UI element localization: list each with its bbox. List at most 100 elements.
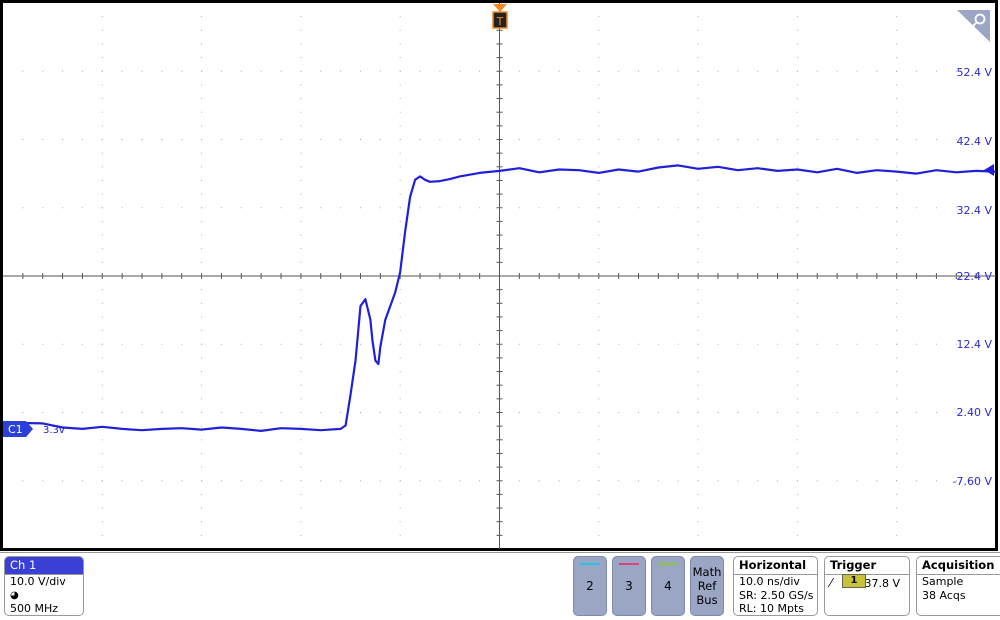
grid-dot: [340, 412, 342, 413]
grid-dot: [359, 139, 361, 140]
grid-dot: [598, 98, 600, 100]
grid-dot: [300, 193, 302, 195]
grid-dot: [618, 412, 620, 413]
grid-dot: [101, 412, 103, 413]
channel-2-label: 2: [586, 579, 594, 593]
grid-dot: [538, 207, 540, 209]
grid-dot: [161, 480, 163, 482]
grid-dot: [598, 139, 600, 140]
grid-dot: [121, 70, 123, 72]
horizontal-badge[interactable]: Horizontal 10.0 ns/div SR: 2.50 GS/s RL:…: [733, 556, 818, 616]
grid-dot: [161, 207, 163, 209]
grid-dot: [201, 29, 203, 31]
ch1-badge[interactable]: Ch 1 10.0 V/div ◕ 500 MHz: [4, 556, 84, 616]
grid-dot: [578, 139, 580, 140]
grid-dot: [598, 493, 600, 495]
grid-dot: [697, 384, 699, 386]
grid-dot: [121, 343, 123, 345]
grid-dot: [916, 343, 918, 345]
channel-3-label: 3: [625, 579, 633, 593]
grid-dot: [181, 139, 183, 140]
grid-dot: [757, 207, 759, 209]
grid-dot: [876, 139, 878, 140]
grid-dot: [796, 43, 798, 45]
grid-dot: [201, 398, 203, 400]
grid-dot: [240, 343, 242, 345]
grid-dot: [399, 534, 401, 536]
horizontal-scale: 10.0 ns/div: [739, 575, 800, 588]
grid-dot: [300, 16, 302, 18]
grid-dot: [677, 207, 679, 209]
grid-dot: [161, 70, 163, 72]
grid-dot: [598, 316, 600, 318]
grid-dot: [201, 452, 203, 454]
grid-dot: [201, 98, 203, 100]
grid-dot: [935, 139, 937, 140]
math-ref-bus-button[interactable]: Math Ref Bus: [690, 556, 724, 616]
grid-dot: [598, 521, 600, 523]
grid-dot: [280, 207, 282, 209]
grid-dot: [697, 139, 699, 140]
grid-dot: [896, 70, 898, 72]
grid-dot: [697, 57, 699, 59]
grid-dot: [598, 330, 600, 332]
channel-3-button[interactable]: 3: [612, 556, 646, 616]
grid-dot: [697, 193, 699, 195]
grid-dot: [201, 139, 203, 140]
grid-dot: [618, 480, 620, 482]
grid-dot: [101, 57, 103, 59]
grid-dot: [399, 412, 401, 413]
grid-dot: [300, 152, 302, 154]
grid-dot: [876, 343, 878, 345]
grid-dot: [896, 452, 898, 454]
grid-dot: [201, 248, 203, 250]
grid-dot: [598, 466, 600, 468]
grid-dot: [201, 493, 203, 495]
grid-dot: [677, 343, 679, 345]
grid-dot: [201, 193, 203, 195]
grid-dot: [896, 29, 898, 31]
grid-dot: [697, 289, 699, 291]
grid-dot: [201, 302, 203, 304]
trigger-badge[interactable]: Trigger1 ⁄ 37.8 V: [824, 556, 910, 616]
grid-dot: [399, 330, 401, 332]
grid-dot: [717, 207, 719, 209]
grid-dot: [300, 507, 302, 509]
grid-dot: [638, 139, 640, 140]
waveform-display[interactable]: T C1 3.3v 52.4 V 42.4 V 32.4 V 22.4 V 12…: [0, 0, 1000, 552]
grid-dot: [201, 289, 203, 291]
grid-dot: [101, 84, 103, 86]
grid-dot: [578, 207, 580, 209]
grid-dot: [558, 480, 560, 482]
grid-dot: [101, 139, 103, 140]
grid-dot: [737, 343, 739, 345]
channel-2-button[interactable]: 2: [573, 556, 607, 616]
grid-dot: [201, 330, 203, 332]
grid-dot: [101, 248, 103, 250]
grid-dot: [359, 412, 361, 413]
grid-dot: [796, 234, 798, 236]
grid-dot: [220, 207, 222, 209]
grid-dot: [419, 207, 421, 209]
grid-dot: [201, 16, 203, 18]
grid-dot: [101, 193, 103, 195]
grid-dot: [459, 207, 461, 209]
grid-dot: [796, 179, 798, 181]
grid-dot: [359, 343, 361, 345]
grid-dot: [479, 70, 481, 72]
grid-dot: [796, 412, 798, 413]
grid-dot: [518, 139, 520, 140]
channel-4-button[interactable]: 4: [651, 556, 685, 616]
grid-dot: [697, 343, 699, 345]
grid-dot: [697, 480, 699, 482]
grid-dot: [300, 493, 302, 495]
grid-dot: [598, 439, 600, 441]
grid-dot: [459, 139, 461, 140]
grid-dot: [161, 343, 163, 345]
grid-dot: [479, 480, 481, 482]
grid-dot: [618, 70, 620, 72]
grid-dot: [101, 70, 103, 72]
grid-dot: [896, 357, 898, 359]
grid-dot: [399, 84, 401, 86]
acquisition-badge[interactable]: Acquisition Sample 38 Acqs: [916, 556, 1000, 616]
